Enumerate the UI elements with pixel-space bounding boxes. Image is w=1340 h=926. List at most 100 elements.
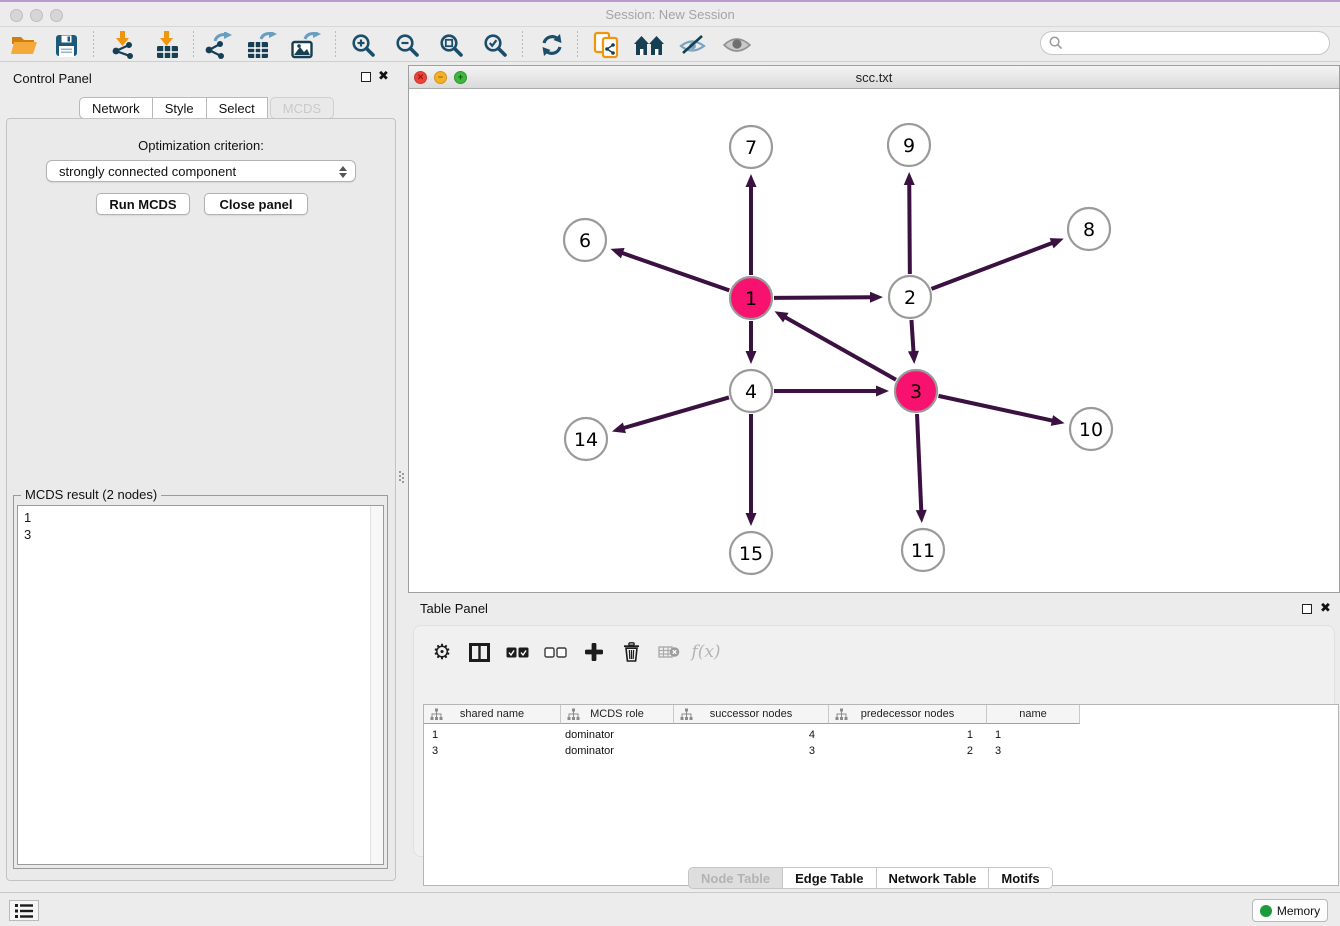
sort-tree-icon bbox=[567, 708, 580, 721]
optimization-criterion-label: Optimization criterion: bbox=[7, 138, 395, 153]
graph-edge-arrowhead bbox=[746, 351, 757, 364]
tab-mcds[interactable]: MCDS bbox=[270, 97, 334, 119]
unselect-all-columns-button[interactable] bbox=[540, 638, 570, 666]
tab-select[interactable]: Select bbox=[206, 97, 268, 119]
result-scrollbar[interactable] bbox=[370, 506, 383, 864]
graph-edge-arrowhead bbox=[1051, 415, 1065, 426]
table-row[interactable]: 3 dominator 3 2 3 bbox=[424, 743, 1080, 759]
table-settings-button[interactable]: ⚙ bbox=[427, 638, 457, 666]
graph-edge-2-3[interactable] bbox=[911, 320, 913, 353]
graph-edge-3-11[interactable] bbox=[917, 414, 921, 512]
search-field bbox=[1040, 31, 1330, 55]
column-header-name[interactable]: name bbox=[987, 705, 1080, 724]
zoom-selected-button[interactable] bbox=[479, 30, 511, 60]
optimization-select[interactable]: strongly connected component bbox=[46, 160, 356, 182]
zoom-out-button[interactable] bbox=[391, 30, 423, 60]
float-table-panel-icon[interactable] bbox=[1302, 604, 1312, 614]
delete-table-button-disabled bbox=[654, 638, 684, 666]
apply-function-button-disabled: f(x) bbox=[691, 638, 721, 666]
network-canvas[interactable]: 7968124314101511 bbox=[409, 89, 1339, 592]
graph-node-label: 15 bbox=[739, 543, 763, 565]
export-network-button[interactable] bbox=[202, 30, 234, 60]
home-button[interactable] bbox=[633, 30, 665, 60]
graph-edge-arrowhead bbox=[1050, 238, 1064, 248]
app-titlebar: Session: New Session bbox=[0, 0, 1340, 27]
checked-boxes-icon bbox=[506, 647, 529, 658]
eye-slash-icon bbox=[679, 35, 707, 55]
delete-table-icon bbox=[658, 644, 680, 660]
mcds-result-box: MCDS result (2 nodes) 1 3 bbox=[13, 495, 388, 869]
optimization-select-value: strongly connected component bbox=[59, 164, 236, 179]
tab-style[interactable]: Style bbox=[152, 97, 207, 119]
graph-edge-1-6[interactable] bbox=[621, 253, 729, 291]
create-column-button[interactable] bbox=[579, 638, 609, 666]
zoom-fit-button[interactable] bbox=[435, 30, 467, 60]
graph-edge-arrowhead bbox=[876, 386, 889, 397]
export-table-icon bbox=[247, 32, 277, 59]
toolbar-separator bbox=[577, 31, 578, 57]
table-panel-title: Table Panel bbox=[420, 601, 488, 616]
graph-node-label: 11 bbox=[911, 540, 935, 562]
export-network-icon bbox=[204, 32, 232, 59]
close-table-panel-icon[interactable]: ✖ bbox=[1320, 600, 1331, 616]
memory-label: Memory bbox=[1277, 904, 1320, 918]
export-image-button[interactable] bbox=[290, 30, 322, 60]
graph-edge-2-9[interactable] bbox=[909, 183, 910, 274]
import-table-icon bbox=[154, 31, 181, 59]
clone-network-button[interactable] bbox=[590, 30, 622, 60]
column-header-successor-nodes[interactable]: successor nodes bbox=[674, 705, 829, 724]
graph-node-label: 7 bbox=[745, 137, 757, 159]
export-table-button[interactable] bbox=[246, 30, 278, 60]
show-graphics-button[interactable] bbox=[721, 30, 753, 60]
tab-node-table[interactable]: Node Table bbox=[688, 867, 783, 889]
split-columns-icon bbox=[469, 643, 490, 662]
control-panel-header: Control Panel ✖ bbox=[0, 62, 402, 92]
tab-network[interactable]: Network bbox=[79, 97, 153, 119]
memory-status-dot bbox=[1260, 905, 1272, 917]
save-floppy-icon bbox=[55, 34, 78, 57]
table-row[interactable]: 1 dominator 4 1 1 bbox=[424, 727, 1080, 743]
memory-button[interactable]: Memory bbox=[1252, 899, 1328, 922]
select-all-columns-button[interactable] bbox=[502, 638, 532, 666]
folder-open-icon bbox=[10, 33, 38, 57]
close-panel-button[interactable]: Close panel bbox=[204, 193, 308, 215]
toolbar-separator bbox=[193, 31, 194, 57]
task-history-button[interactable] bbox=[9, 900, 39, 921]
float-panel-icon[interactable] bbox=[361, 72, 371, 82]
save-session-button[interactable] bbox=[50, 30, 82, 60]
graph-node-label: 6 bbox=[579, 230, 591, 252]
run-mcds-button[interactable]: Run MCDS bbox=[96, 193, 190, 215]
graph-edge-3-10[interactable] bbox=[938, 396, 1053, 421]
zoom-fit-icon bbox=[439, 33, 464, 58]
graph-edge-arrowhead bbox=[746, 513, 757, 526]
control-panel-title: Control Panel bbox=[13, 71, 92, 86]
mcds-result-line: 1 bbox=[24, 509, 383, 526]
clone-network-icon bbox=[593, 31, 620, 59]
open-session-button[interactable] bbox=[8, 30, 40, 60]
column-header-mcds-role[interactable]: MCDS role bbox=[561, 705, 674, 724]
graph-edge-arrowhead bbox=[908, 351, 919, 364]
hide-graphics-button[interactable] bbox=[677, 30, 709, 60]
column-header-shared-name[interactable]: shared name bbox=[424, 705, 561, 724]
table-panel-tabs: Node Table Edge Table Network Table Moti… bbox=[688, 867, 1053, 889]
graph-node-label: 2 bbox=[904, 287, 916, 309]
show-columns-button[interactable] bbox=[464, 638, 494, 666]
tab-edge-table[interactable]: Edge Table bbox=[782, 867, 876, 889]
graph-edge-3-1[interactable] bbox=[784, 317, 896, 380]
mcds-result-text[interactable]: 1 3 bbox=[17, 505, 384, 865]
graph-edge-1-2[interactable] bbox=[774, 297, 872, 298]
close-panel-icon[interactable]: ✖ bbox=[378, 68, 389, 84]
import-table-button[interactable] bbox=[151, 30, 183, 60]
graph-edge-2-8[interactable] bbox=[932, 242, 1054, 288]
delete-column-button[interactable] bbox=[616, 638, 646, 666]
search-input[interactable] bbox=[1068, 36, 1329, 50]
tab-motifs[interactable]: Motifs bbox=[988, 867, 1052, 889]
sort-tree-icon bbox=[680, 708, 693, 721]
select-stepper-icon bbox=[337, 164, 348, 180]
zoom-in-button[interactable] bbox=[347, 30, 379, 60]
refresh-button[interactable] bbox=[536, 30, 568, 60]
import-network-button[interactable] bbox=[107, 30, 139, 60]
graph-edge-4-14[interactable] bbox=[622, 397, 728, 428]
column-header-predecessor-nodes[interactable]: predecessor nodes bbox=[829, 705, 987, 724]
tab-network-table[interactable]: Network Table bbox=[876, 867, 990, 889]
